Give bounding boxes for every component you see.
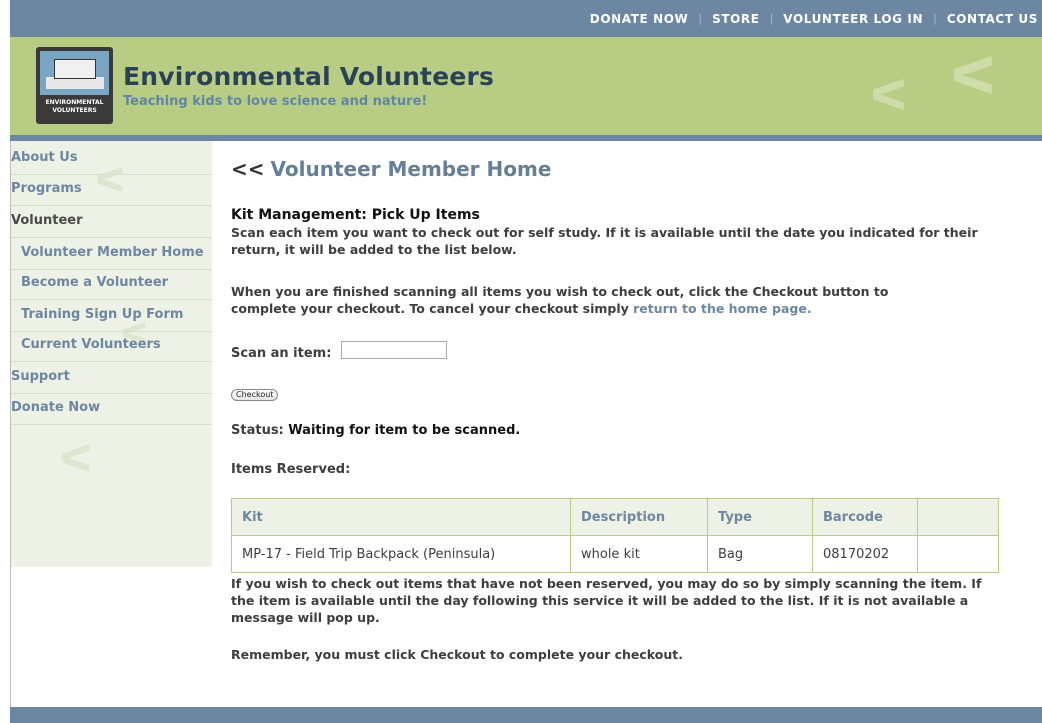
- back-link-volunteer-member-home[interactable]: Volunteer Member Home: [271, 157, 552, 181]
- volunteer-login-link[interactable]: VOLUNTEER LOG IN: [783, 12, 923, 26]
- note-text: If you wish to check out items that have…: [231, 576, 982, 625]
- sidebar-item-support[interactable]: Support: [11, 362, 70, 392]
- sidebar-item-training-sign-up-form[interactable]: Training Sign Up Form: [21, 300, 183, 330]
- logo-building-icon: [54, 59, 96, 79]
- status-line: Status: Waiting for item to be scanned.: [231, 423, 520, 438]
- sidebar-divider: [11, 424, 212, 425]
- reminder-text: Remember, you must click Checkout to com…: [231, 647, 683, 662]
- checkout-button[interactable]: Checkout: [231, 389, 279, 401]
- scan-item-input[interactable]: [341, 341, 447, 359]
- site-header: ENVIRONMENTAL VOLUNTEERS Environmental V…: [10, 37, 1042, 135]
- sidebar: ᐸ ᐸ ᐸ About Us Programs Volunteer Volunt…: [11, 141, 212, 567]
- column-header-description: Description: [570, 498, 708, 536]
- status-label: Status:: [231, 423, 284, 438]
- section-title: Kit Management: Pick Up Items: [231, 207, 480, 223]
- sidebar-item-programs[interactable]: Programs: [11, 174, 82, 204]
- column-header-action: [917, 498, 999, 536]
- nav-separator: |: [769, 12, 774, 25]
- action-cell: [917, 535, 999, 573]
- page-title: << Volunteer Member Home: [231, 157, 551, 181]
- bird-track-icon: ᐸ: [950, 47, 997, 107]
- back-arrows[interactable]: <<: [231, 157, 265, 181]
- store-link[interactable]: STORE: [712, 12, 759, 26]
- instructions-text: When you are finished scanning all items…: [231, 283, 951, 317]
- sidebar-item-volunteer-member-home[interactable]: Volunteer Member Home: [21, 238, 204, 268]
- return-home-link[interactable]: return to the home page.: [633, 301, 811, 316]
- site-logo[interactable]: ENVIRONMENTAL VOLUNTEERS: [36, 47, 113, 124]
- sidebar-item-volunteer[interactable]: Volunteer: [11, 206, 83, 236]
- items-reserved-label: Items Reserved:: [231, 462, 351, 477]
- top-bar: DONATE NOW | STORE | VOLUNTEER LOG IN | …: [10, 0, 1042, 37]
- column-header-kit: Kit: [231, 498, 571, 536]
- site-title[interactable]: Environmental Volunteers: [123, 62, 494, 91]
- sidebar-item-donate-now[interactable]: Donate Now: [11, 393, 100, 423]
- sidebar-item-about-us[interactable]: About Us: [11, 143, 78, 173]
- column-header-type: Type: [707, 498, 813, 536]
- barcode-cell: 08170202: [812, 535, 918, 573]
- bird-track-icon: ᐸ: [59, 437, 93, 481]
- sidebar-item-become-a-volunteer[interactable]: Become a Volunteer: [21, 268, 168, 298]
- bird-track-icon: ᐸ: [95, 161, 126, 201]
- table-header-row: Kit Description Type Barcode: [231, 498, 999, 536]
- logo-text: ENVIRONMENTAL VOLUNTEERS: [45, 99, 104, 114]
- kit-cell: MP-17 - Field Trip Backpack (Peninsula): [231, 535, 571, 573]
- donate-now-link[interactable]: DONATE NOW: [590, 12, 689, 26]
- nav-separator: |: [933, 12, 937, 25]
- contact-us-link[interactable]: CONTACT US: [947, 12, 1038, 26]
- reserved-items-table: Kit Description Type Barcode MP-17 - Fie…: [231, 498, 999, 573]
- sidebar-item-current-volunteers[interactable]: Current Volunteers: [21, 330, 161, 360]
- description-cell: whole kit: [570, 535, 708, 573]
- table-row: MP-17 - Field Trip Backpack (Peninsula) …: [231, 535, 999, 573]
- site-tagline: Teaching kids to love science and nature…: [123, 94, 428, 109]
- top-nav: DONATE NOW | STORE | VOLUNTEER LOG IN | …: [590, 0, 1038, 37]
- column-header-barcode: Barcode: [812, 498, 918, 536]
- footer-bar: [10, 707, 1042, 723]
- scan-item-label: Scan an item:: [231, 346, 332, 361]
- bird-track-icon: ᐸ: [870, 71, 908, 120]
- intro-text: Scan each item you want to check out for…: [231, 225, 978, 257]
- nav-separator: |: [698, 12, 703, 25]
- type-cell: Bag: [707, 535, 813, 573]
- status-value: Waiting for item to be scanned.: [288, 423, 521, 438]
